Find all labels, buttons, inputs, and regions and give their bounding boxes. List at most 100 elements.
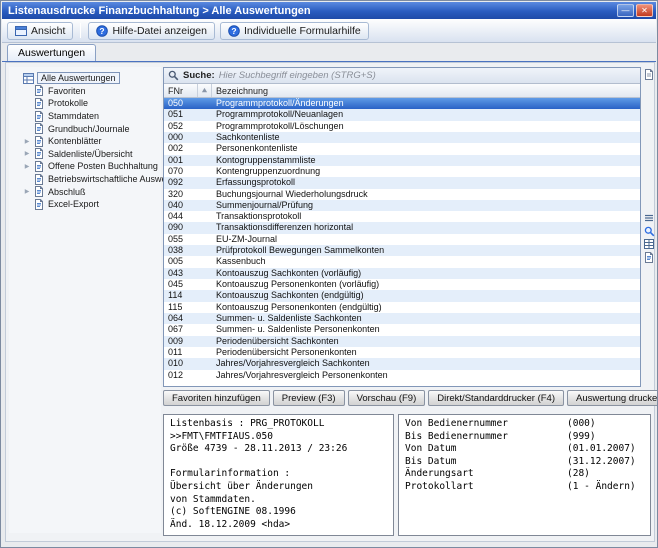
table-row[interactable]: 115 Kontoauszug Personenkonten (endgültig… [164,302,640,313]
page-icon[interactable] [644,69,655,80]
parameter-row: Bis Datum(31.12.2007) [405,456,644,469]
cell-spacer [198,121,212,132]
cell-spacer [198,290,212,301]
info-line: von Stammdaten. [170,494,387,507]
table-row[interactable]: 051Programmprotokoll/Neuanlagen [164,109,640,120]
tree-item[interactable]: Betriebswirtschaftliche Auswertungen [9,173,161,186]
tree-item[interactable]: Stammdaten [9,110,161,123]
search-input[interactable] [219,70,636,81]
cell-spacer [198,302,212,313]
cell-fnr: 001 [164,155,198,166]
document-icon [34,199,45,210]
cell-fnr: 038 [164,245,198,256]
category-tree: Alle AuswertungenFavoritenProtokolle Stam… [9,67,161,533]
table-row[interactable]: 043Kontoauszug Sachkonten (vorläufig) [164,268,640,279]
cell-fnr: 115 [164,302,198,313]
add-favorites-button[interactable]: Favoriten hinzufügen [163,390,270,406]
cell-fnr: 067 [164,324,198,335]
table-row[interactable]: 114Kontoauszug Sachkonten (endgültig) [164,290,640,301]
table-row[interactable]: 070Kontengruppenzuordnung [164,166,640,177]
tree-item[interactable]: Favoriten [9,85,161,98]
cell-fnr: 090 [164,222,198,233]
cell-spacer [198,336,212,347]
filter-lines-icon[interactable] [644,213,655,224]
form-info-panel: Listenbasis : PRG_PROTOKOLL>>FMT\FMTFIAU… [163,414,394,536]
ansicht-button[interactable]: Ansicht [7,22,73,40]
tree-item-label: Protokolle [48,98,88,108]
table-row[interactable]: 012Jahres/Vorjahresvergleich Personenkon… [164,370,640,381]
tab-auswertungen[interactable]: Auswertungen [7,44,96,61]
document-icon [34,85,45,96]
cell-fnr: 002 [164,143,198,154]
table-row[interactable]: 002 Personenkontenliste [164,143,640,154]
parameter-row: Von Bedienernummer(000) [405,418,644,431]
cell-fnr: 092 [164,177,198,188]
cell-spacer [198,166,212,177]
minimize-button[interactable]: — [617,4,634,17]
close-button[interactable]: ✕ [636,4,653,17]
cell-bezeichnung: Personenkontenliste [212,143,640,154]
table-row[interactable]: 052Programmprotokoll/Löschungen [164,121,640,132]
cell-bezeichnung: Kontoauszug Personenkonten (endgültig) [212,302,640,313]
expander-icon[interactable]: ▶ [23,138,31,145]
table-row[interactable]: 044Transaktionsprotokoll [164,211,640,222]
magnifier-icon[interactable] [644,226,655,237]
tree-item[interactable]: Grundbuch/Journale [9,122,161,135]
cell-fnr: 040 [164,200,198,211]
column-sort[interactable] [198,84,212,97]
document-icon [34,136,45,147]
title-bar[interactable]: Listenausdrucke Finanzbuchhaltung > Alle… [2,2,656,19]
tree-item[interactable]: ▶Offene Posten Buchhaltung [9,160,161,173]
table-row[interactable]: 005Kassenbuch [164,256,640,267]
vorschau-button[interactable]: Vorschau (F9) [348,390,426,406]
table-row[interactable]: 000Sachkontenliste [164,132,640,143]
tree-item[interactable]: ▶Saldenliste/Übersicht [9,148,161,161]
table-row[interactable]: 055EU-ZM-Journal [164,234,640,245]
table-row[interactable]: 320 Buchungsjournal Wiederholungsdruck [164,189,640,200]
table-row[interactable]: 040Summenjournal/Prüfung [164,200,640,211]
expander-icon[interactable]: ▶ [23,150,31,157]
print-report-button[interactable]: Auswertung drucken [567,390,658,406]
toolbar-button-label: Individuelle Formularhilfe [244,25,361,37]
parameter-label: Von Datum [405,443,567,456]
table-row[interactable]: 067Summen- u. Saldenliste Personenkonten [164,324,640,335]
direct-printer-button[interactable]: Direkt/Standarddrucker (F4) [428,390,564,406]
table-row[interactable]: 038Prüfprotokoll Bewegungen Sammelkonten [164,245,640,256]
table-row[interactable]: 001Kontogruppenstammliste [164,155,640,166]
cell-bezeichnung: Buchungsjournal Wiederholungsdruck [212,189,640,200]
help-icon: ? [228,25,240,37]
table-row[interactable]: 011Periodenübersicht Personenkonten [164,347,640,358]
toolbar-separator [80,23,81,38]
cell-fnr: 320 [164,189,198,200]
table-row[interactable]: 064Summen- u. Saldenliste Sachkonten [164,313,640,324]
cell-spacer [198,245,212,256]
tree-item[interactable]: ▶Kontenblätter [9,135,161,148]
preview-button[interactable]: Preview (F3) [273,390,345,406]
table-row[interactable]: 010Jahres/Vorjahresvergleich Sachkonten [164,358,640,369]
cell-spacer [198,98,212,109]
column-fnr[interactable]: FNr [164,84,198,97]
expander-icon[interactable]: ▶ [23,163,31,170]
tree-item[interactable]: Excel-Export [9,198,161,211]
document-icon [34,123,45,134]
svg-text:?: ? [100,25,105,35]
table-row[interactable]: 092Erfassungsprotokoll [164,177,640,188]
column-bezeichnung[interactable]: Bezeichnung [212,84,640,97]
table-row[interactable]: 045Kontoauszug Personenkonten (vorläufig… [164,279,640,290]
table-row[interactable]: 090Transaktionsdifferenzen horizontal [164,222,640,233]
tree-item-label: Excel-Export [48,199,99,209]
table-row[interactable]: 009Periodenübersicht Sachkonten [164,336,640,347]
table-row[interactable]: 050Programmprotokoll/Änderungen [164,98,640,109]
cell-fnr: 005 [164,256,198,267]
help-file-button[interactable]: ?Hilfe-Datei anzeigen [88,22,215,40]
document-icon[interactable] [644,252,655,263]
tree-item-label: Grundbuch/Journale [48,124,130,134]
tree-item[interactable]: Protokolle [9,97,161,110]
grid-small-icon[interactable] [644,239,655,250]
cell-fnr: 114 [164,290,198,301]
form-help-button[interactable]: ? Individuelle Formularhilfe [220,22,369,40]
document-icon [34,148,45,159]
tree-item-alle-auswertungen[interactable]: Alle Auswertungen [9,72,161,85]
tree-item[interactable]: ▶Abschluß [9,185,161,198]
expander-icon[interactable]: ▶ [23,188,31,195]
